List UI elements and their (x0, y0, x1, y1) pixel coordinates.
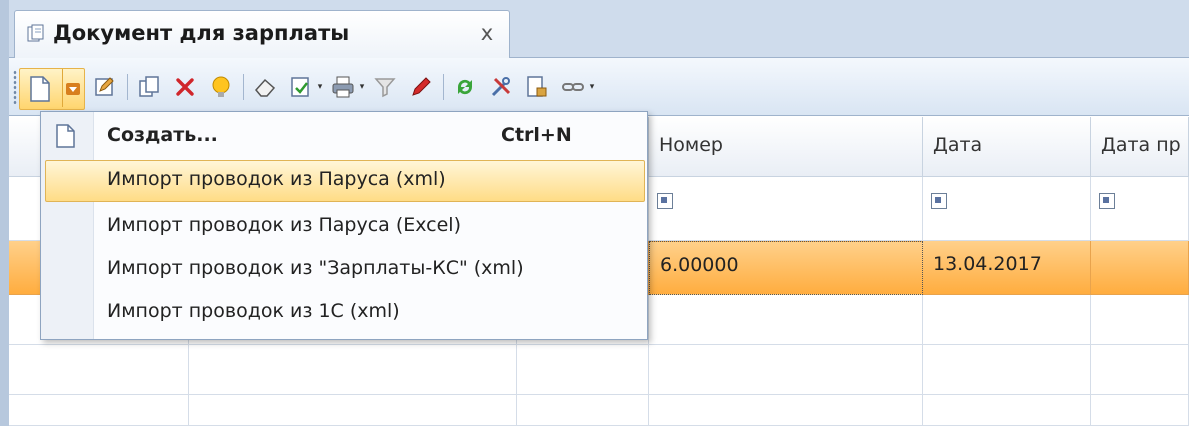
column-header-date[interactable]: Дата (923, 117, 1091, 177)
menu-item-create[interactable]: Создать... Ctrl+N (45, 116, 643, 156)
toolbar: ▾ ▾ ▾ (9, 58, 1189, 116)
tools-icon[interactable] (487, 72, 515, 102)
table-cell[interactable] (1091, 295, 1189, 345)
approve-dropdown-arrow[interactable]: ▾ (315, 82, 325, 92)
new-document-icon (28, 76, 52, 106)
tab-title: Документ для зарплаты (53, 21, 350, 45)
filter-condition-icon[interactable] (931, 193, 947, 209)
column-header-number[interactable]: Номер (649, 117, 923, 177)
menu-shortcut: Ctrl+N (501, 124, 572, 146)
table-cell[interactable] (517, 345, 649, 395)
eraser-icon[interactable] (251, 72, 279, 102)
table-cell[interactable] (649, 395, 923, 426)
toolbar-grip[interactable] (13, 70, 17, 104)
new-document-icon (55, 124, 77, 152)
edit-icon[interactable] (91, 72, 119, 102)
filter-condition-icon[interactable] (657, 193, 673, 209)
copy-icon[interactable] (135, 72, 163, 102)
new-document-split-button[interactable] (19, 68, 85, 110)
table-cell[interactable] (923, 295, 1091, 345)
table-cell[interactable] (9, 345, 189, 395)
filter-cell-date-2[interactable] (1091, 177, 1189, 241)
filter-icon[interactable] (371, 72, 399, 102)
tab-close-button[interactable]: x (473, 21, 501, 45)
table-cell[interactable] (517, 395, 649, 426)
print-icon[interactable] (329, 72, 357, 102)
document-icon (27, 24, 45, 44)
filter-condition-icon[interactable] (1099, 193, 1115, 209)
approve-doc-icon[interactable] (287, 72, 315, 102)
link-dropdown-arrow[interactable]: ▾ (587, 82, 597, 92)
delete-icon[interactable] (171, 72, 199, 102)
hint-bulb-icon[interactable] (207, 72, 235, 102)
new-document-dropdown-menu: Создать... Ctrl+N Импорт проводок из Пар… (40, 111, 648, 340)
new-document-dropdown-arrow[interactable] (66, 83, 80, 95)
document-lock-icon[interactable] (523, 72, 551, 102)
menu-item-import-1c-xml[interactable]: Импорт проводок из 1С (xml) (45, 292, 643, 332)
table-cell[interactable] (1091, 345, 1189, 395)
table-cell-date-2[interactable] (1091, 241, 1189, 295)
table-cell[interactable] (649, 345, 923, 395)
table-cell[interactable] (189, 395, 517, 426)
refresh-icon[interactable] (451, 72, 479, 102)
link-icon[interactable] (559, 72, 587, 102)
filter-cell-date[interactable] (923, 177, 1091, 241)
table-cell[interactable] (923, 395, 1091, 426)
menu-item-import-parus-xml[interactable]: Импорт проводок из Паруса (xml) (45, 160, 645, 202)
tab-document[interactable]: Документ для зарплаты x (14, 10, 510, 60)
table-cell[interactable] (1091, 395, 1189, 426)
print-dropdown-arrow[interactable]: ▾ (357, 82, 367, 92)
table-cell-number[interactable]: 6.00000 (649, 241, 923, 295)
menu-item-import-zarplata-ks-xml[interactable]: Импорт проводок из "Зарплаты-КС" (xml) (45, 249, 643, 289)
table-cell[interactable] (189, 345, 517, 395)
pencil-icon[interactable] (407, 72, 435, 102)
filter-cell-number[interactable] (649, 177, 923, 241)
table-cell[interactable] (923, 345, 1091, 395)
table-cell-date[interactable]: 13.04.2017 (923, 241, 1091, 295)
table-cell[interactable] (9, 395, 189, 426)
menu-item-import-parus-excel[interactable]: Импорт проводок из Паруса (Excel) (45, 206, 643, 246)
table-cell[interactable] (649, 295, 923, 345)
window-left-border (0, 0, 9, 426)
column-header-date-2[interactable]: Дата пр (1091, 117, 1189, 177)
